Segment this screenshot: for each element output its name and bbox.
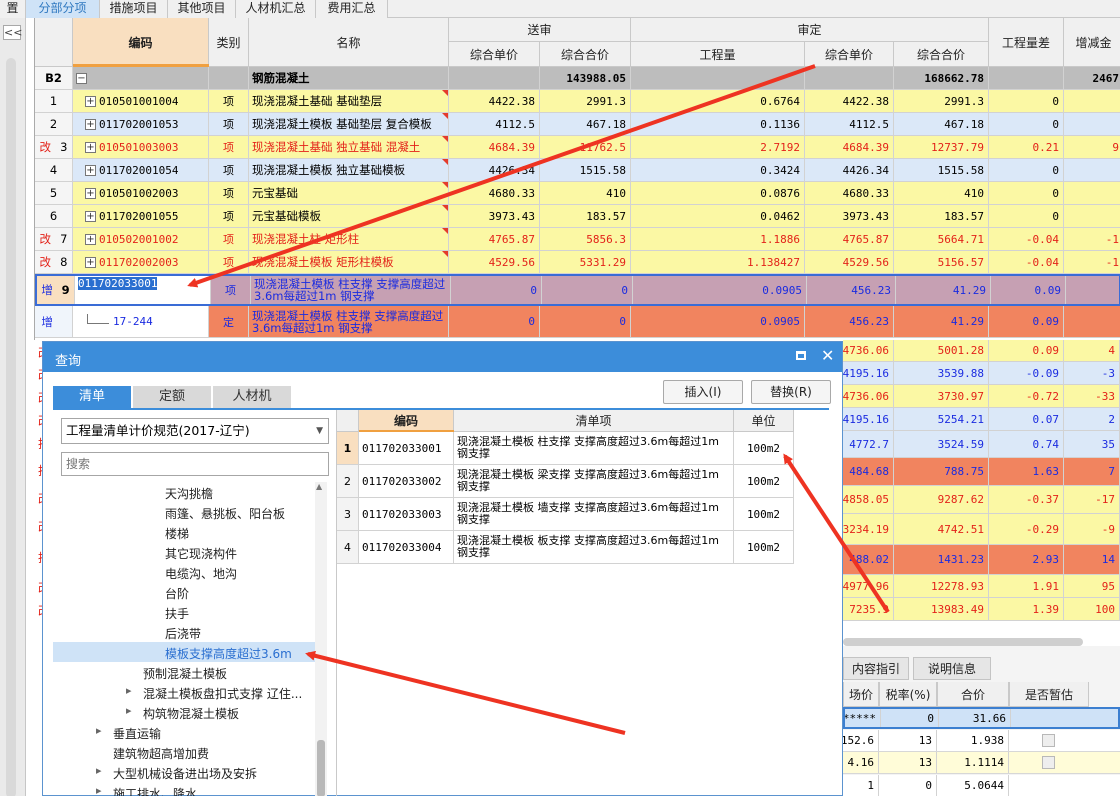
annotation-arrows <box>187 64 890 735</box>
arrow-to-tree-node <box>305 650 626 735</box>
arrow-to-code-cell <box>187 64 816 288</box>
arrow-to-unit-cell <box>783 453 890 614</box>
